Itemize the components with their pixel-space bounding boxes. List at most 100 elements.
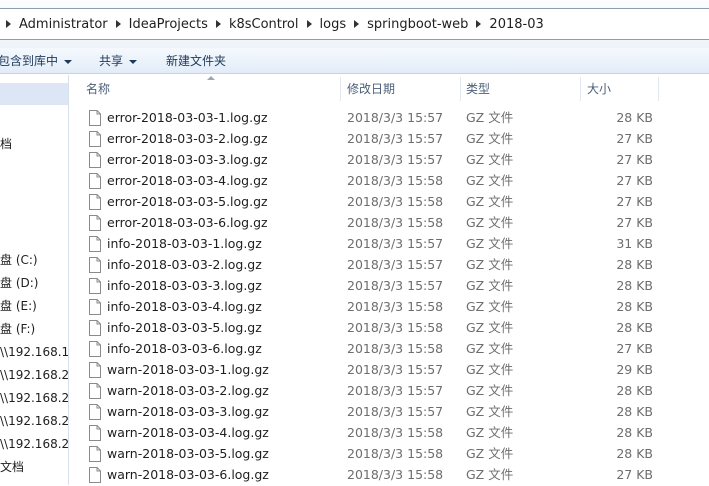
file-icon [89, 467, 101, 483]
table-row[interactable]: error-2018-03-03-1.log.gz 2018/3/3 15:57… [70, 108, 709, 129]
file-icon [89, 341, 101, 357]
file-type: GZ 文件 [466, 467, 514, 482]
nav-item-documents[interactable]: 档 [0, 136, 12, 152]
file-modified: 2018/3/3 15:57 [347, 404, 444, 419]
nav-item-network-2[interactable]: \\192.168.2 [0, 367, 68, 383]
column-divider[interactable] [460, 77, 461, 101]
file-name: warn-2018-03-03-5.log.gz [107, 446, 269, 461]
file-icon [89, 152, 101, 168]
table-row[interactable]: warn-2018-03-03-3.log.gz 2018/3/3 15:57 … [70, 402, 709, 423]
file-icon [89, 425, 101, 441]
chevron-right-icon[interactable] [476, 20, 482, 28]
file-size: 29 KB [616, 362, 653, 377]
breadcrumb-ideaprojects[interactable]: IdeaProjects [127, 17, 210, 32]
file-type: GZ 文件 [466, 152, 514, 167]
file-size: 27 KB [616, 341, 653, 356]
file-name: info-2018-03-03-6.log.gz [107, 341, 262, 356]
chevron-right-icon[interactable] [354, 20, 360, 28]
share-button[interactable]: 共享 [99, 53, 138, 69]
include-in-library-label: 包含到库中 [0, 54, 59, 68]
table-row[interactable]: error-2018-03-03-6.log.gz 2018/3/3 15:58… [70, 213, 709, 234]
file-modified: 2018/3/3 15:57 [347, 257, 444, 272]
include-in-library-button[interactable]: 包含到库中 [0, 53, 73, 69]
table-row[interactable]: info-2018-03-03-4.log.gz 2018/3/3 15:58 … [70, 297, 709, 318]
table-row[interactable]: info-2018-03-03-3.log.gz 2018/3/3 15:57 … [70, 276, 709, 297]
file-icon [89, 362, 101, 378]
column-divider[interactable] [580, 77, 581, 101]
table-row[interactable]: warn-2018-03-03-6.log.gz 2018/3/3 15:58 … [70, 465, 709, 486]
file-type: GZ 文件 [466, 236, 514, 251]
nav-item-network-4[interactable]: \\192.168.2 [0, 413, 68, 429]
chevron-right-icon[interactable] [306, 20, 312, 28]
nav-item-network-1[interactable]: \\192.168.1 [0, 344, 68, 360]
nav-item-network-5[interactable]: \\192.168.2 [0, 436, 68, 452]
table-row[interactable]: warn-2018-03-03-2.log.gz 2018/3/3 15:57 … [70, 381, 709, 402]
file-size: 28 KB [616, 383, 653, 398]
file-modified: 2018/3/3 15:58 [347, 425, 444, 440]
breadcrumb-logs[interactable]: logs [318, 17, 349, 32]
table-row[interactable]: warn-2018-03-03-1.log.gz 2018/3/3 15:57 … [70, 360, 709, 381]
nav-item-drive-c[interactable]: 盘 (C:) [0, 252, 38, 268]
sort-ascending-icon [207, 76, 215, 80]
column-type-header[interactable]: 类型 [466, 81, 490, 97]
breadcrumb-2018-03[interactable]: 2018-03 [487, 17, 545, 32]
nav-selection [0, 83, 68, 105]
chevron-right-icon[interactable] [6, 20, 11, 28]
nav-item-network-3[interactable]: \\192.168.2 [0, 390, 68, 406]
file-modified: 2018/3/3 15:58 [347, 467, 444, 482]
nav-item-documents-2[interactable]: 文档 [0, 459, 24, 475]
table-row[interactable]: info-2018-03-03-6.log.gz 2018/3/3 15:58 … [70, 339, 709, 360]
file-icon [89, 236, 101, 252]
table-row[interactable]: warn-2018-03-03-4.log.gz 2018/3/3 15:58 … [70, 423, 709, 444]
file-modified: 2018/3/3 15:58 [347, 194, 444, 209]
navigation-pane[interactable]: 档 盘 (C:) 盘 (D:) 盘 (E:) 盘 (F:) \\192.168.… [0, 75, 69, 485]
file-icon [89, 215, 101, 231]
table-row[interactable]: error-2018-03-03-3.log.gz 2018/3/3 15:57… [70, 150, 709, 171]
file-modified: 2018/3/3 15:57 [347, 110, 444, 125]
nav-item-drive-e[interactable]: 盘 (E:) [0, 298, 37, 314]
file-type: GZ 文件 [466, 425, 514, 440]
file-icon [89, 110, 101, 126]
file-size: 28 KB [616, 446, 653, 461]
column-divider[interactable] [340, 77, 341, 101]
file-size: 27 KB [616, 131, 653, 146]
nav-item-drive-d[interactable]: 盘 (D:) [0, 275, 38, 291]
file-type: GZ 文件 [466, 383, 514, 398]
file-type: GZ 文件 [466, 404, 514, 419]
file-type: GZ 文件 [466, 320, 514, 335]
column-modified-header[interactable]: 修改日期 [347, 81, 395, 97]
file-type: GZ 文件 [466, 131, 514, 146]
table-row[interactable]: error-2018-03-03-4.log.gz 2018/3/3 15:58… [70, 171, 709, 192]
file-name: info-2018-03-03-4.log.gz [107, 299, 262, 314]
column-divider[interactable] [658, 77, 659, 101]
share-label: 共享 [99, 54, 124, 68]
file-size: 28 KB [616, 425, 653, 440]
chevron-right-icon[interactable] [115, 20, 121, 28]
file-type: GZ 文件 [466, 110, 514, 125]
table-row[interactable]: error-2018-03-03-5.log.gz 2018/3/3 15:58… [70, 192, 709, 213]
table-row[interactable]: warn-2018-03-03-5.log.gz 2018/3/3 15:58 … [70, 444, 709, 465]
column-name-header[interactable]: 名称 [86, 81, 110, 97]
nav-item-drive-f[interactable]: 盘 (F:) [0, 321, 35, 337]
column-size-header[interactable]: 大小 [587, 81, 611, 97]
file-type: GZ 文件 [466, 194, 514, 209]
file-type: GZ 文件 [466, 257, 514, 272]
file-name: info-2018-03-03-2.log.gz [107, 257, 262, 272]
table-row[interactable]: info-2018-03-03-1.log.gz 2018/3/3 15:57 … [70, 234, 709, 255]
new-folder-button[interactable]: 新建文件夹 [166, 53, 226, 69]
breadcrumb-k8scontrol[interactable]: k8sControl [227, 17, 301, 32]
file-name: warn-2018-03-03-3.log.gz [107, 404, 269, 419]
column-header: 名称 修改日期 类型 大小 [70, 75, 709, 103]
breadcrumb-springboot-web[interactable]: springboot-web [365, 17, 470, 32]
file-size: 28 KB [616, 404, 653, 419]
table-row[interactable]: info-2018-03-03-2.log.gz 2018/3/3 15:57 … [70, 255, 709, 276]
chevron-down-icon [64, 59, 73, 64]
file-name: error-2018-03-03-6.log.gz [107, 215, 268, 230]
breadcrumb-administrator[interactable]: Administrator [17, 17, 110, 32]
breadcrumb[interactable]: Administrator IdeaProjects k8sControl lo… [0, 8, 709, 40]
table-row[interactable]: info-2018-03-03-5.log.gz 2018/3/3 15:58 … [70, 318, 709, 339]
file-name: error-2018-03-03-3.log.gz [107, 152, 268, 167]
chevron-right-icon[interactable] [215, 20, 221, 28]
file-icon [89, 299, 101, 315]
table-row[interactable]: error-2018-03-03-2.log.gz 2018/3/3 15:57… [70, 129, 709, 150]
